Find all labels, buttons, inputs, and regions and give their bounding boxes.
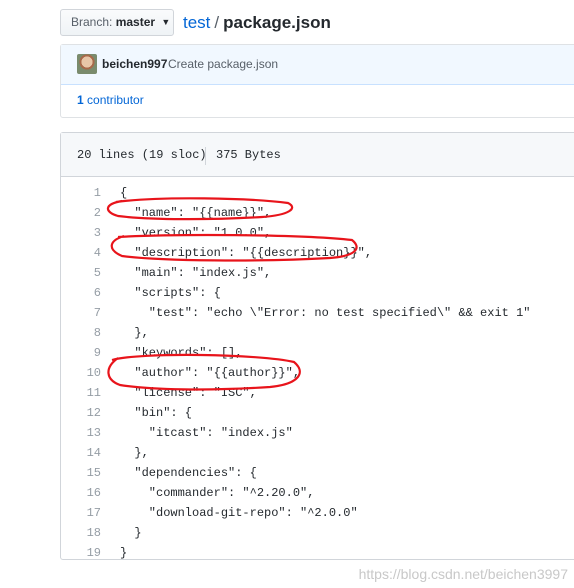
line-number[interactable]: 2 <box>61 203 101 223</box>
file-name: package.json <box>223 13 331 32</box>
code-line: 16 "commander": "^2.20.0", <box>61 483 574 503</box>
line-source: }, <box>120 446 149 460</box>
line-number[interactable]: 10 <box>61 363 101 383</box>
code-line: 5 "main": "index.js", <box>61 263 574 283</box>
line-source: "version": "1.0.0", <box>120 226 272 240</box>
line-number[interactable]: 15 <box>61 463 101 483</box>
line-number[interactable]: 1 <box>61 183 101 203</box>
code-line: 14 }, <box>61 443 574 463</box>
commit-message-link[interactable]: Create package.json <box>168 57 278 71</box>
line-number[interactable]: 17 <box>61 503 101 523</box>
code-line: 8 }, <box>61 323 574 343</box>
watermark: https://blog.csdn.net/beichen3997 <box>358 566 568 582</box>
line-number[interactable]: 19 <box>61 543 101 563</box>
code-line: 2 "name": "{{name}}", <box>61 203 574 223</box>
code-line: 13 "itcast": "index.js" <box>61 423 574 443</box>
code-line: 3 "version": "1.0.0", <box>61 223 574 243</box>
line-source: } <box>120 546 128 560</box>
code-line: 15 "dependencies": { <box>61 463 574 483</box>
code-line: 11 "license": "ISC", <box>61 383 574 403</box>
code-line: 10 "author": "{{author}}", <box>61 363 574 383</box>
line-number[interactable]: 12 <box>61 403 101 423</box>
line-number[interactable]: 9 <box>61 343 101 363</box>
code-line: 9 "keywords": [], <box>61 343 574 363</box>
code-block: 1{2 "name": "{{name}}", 3 "version": "1.0… <box>61 177 574 563</box>
code-line: 7 "test": "echo \"Error: no test specifi… <box>61 303 574 323</box>
contributors-label: contributor <box>87 93 144 107</box>
line-source: "author": "{{author}}", <box>120 366 301 380</box>
avatar[interactable] <box>77 54 97 74</box>
code-line: 17 "download-git-repo": "^2.0.0" <box>61 503 574 523</box>
file-viewer: 20 lines (19 sloc) 375 Bytes 1{2 "name":… <box>60 132 574 560</box>
code-line: 12 "bin": { <box>61 403 574 423</box>
caret-down-icon: ▼ <box>161 17 171 27</box>
line-source: { <box>120 186 128 200</box>
line-number[interactable]: 16 <box>61 483 101 503</box>
code-line: 4 "description": "{{description}}", <box>61 243 574 263</box>
line-number[interactable]: 5 <box>61 263 101 283</box>
line-number[interactable]: 4 <box>61 243 101 263</box>
branch-select-button[interactable]: Branch: master ▼ <box>60 9 174 36</box>
line-source: "itcast": "index.js" <box>120 426 293 440</box>
line-source: "dependencies": { <box>120 466 257 480</box>
line-number[interactable]: 13 <box>61 423 101 443</box>
code-line: 6 "scripts": { <box>61 283 574 303</box>
line-source: "main": "index.js", <box>120 266 272 280</box>
line-source: "name": "{{name}}", <box>120 206 272 220</box>
file-header: 20 lines (19 sloc) 375 Bytes <box>61 133 574 177</box>
header-divider <box>205 147 206 165</box>
line-number[interactable]: 8 <box>61 323 101 343</box>
commit-info-box: beichen997 Create package.json 1 contrib… <box>60 44 574 118</box>
repo-link[interactable]: test <box>183 13 210 32</box>
branch-label: Branch: <box>71 15 113 29</box>
breadcrumb: test / package.json <box>183 12 331 34</box>
line-number[interactable]: 14 <box>61 443 101 463</box>
branch-value: master <box>115 15 156 29</box>
latest-commit: beichen997 Create package.json <box>61 45 574 85</box>
line-number[interactable]: 6 <box>61 283 101 303</box>
line-number[interactable]: 7 <box>61 303 101 323</box>
line-number[interactable]: 3 <box>61 223 101 243</box>
line-source: "download-git-repo": "^2.0.0" <box>120 506 358 520</box>
code-line: 1{ <box>61 183 574 203</box>
line-source: "test": "echo \"Error: no test specified… <box>120 306 531 320</box>
line-number[interactable]: 11 <box>61 383 101 403</box>
line-source: "commander": "^2.20.0", <box>120 486 315 500</box>
line-number[interactable]: 18 <box>61 523 101 543</box>
line-source: }, <box>120 326 149 340</box>
code-line: 19} <box>61 543 574 563</box>
code-line: 18 } <box>61 523 574 543</box>
line-source: } <box>120 526 142 540</box>
file-line-count: 20 lines (19 sloc) <box>77 148 207 162</box>
file-size: 375 Bytes <box>216 148 281 162</box>
line-source: "bin": { <box>120 406 193 420</box>
contributors-link[interactable]: 1 contributor <box>77 93 144 107</box>
line-source: "scripts": { <box>120 286 221 300</box>
line-source: "license": "ISC", <box>120 386 257 400</box>
line-source: "keywords": [], <box>120 346 243 360</box>
breadcrumb-separator: / <box>214 13 220 32</box>
line-source: "description": "{{description}}", <box>120 246 373 260</box>
contributors-count: 1 <box>77 93 84 107</box>
commit-author-link[interactable]: beichen997 <box>102 57 167 71</box>
